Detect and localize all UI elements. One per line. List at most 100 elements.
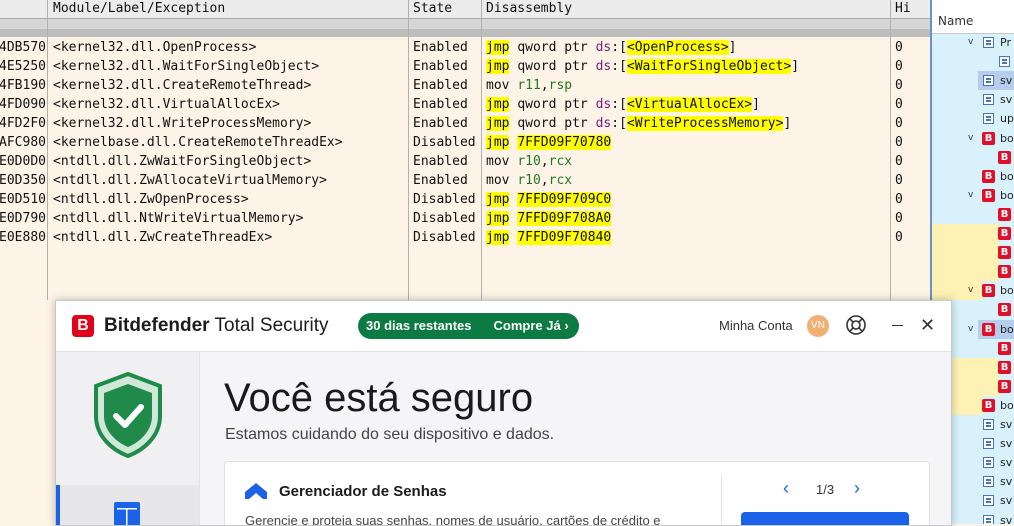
product-name: Bitdefender Total Security [104, 315, 329, 337]
column-header-name[interactable]: Name [938, 14, 973, 28]
disassembly-cell: jmp qword ptr ds:[<OpenProcess>] [486, 38, 736, 57]
bitdefender-item-icon: B [982, 188, 995, 202]
table-row[interactable]: E0D790 <ntdll.dll.NtWriteVirtualMemory> Di… [0, 209, 930, 228]
tree-item[interactable]: up [932, 109, 1014, 128]
lifebuoy-icon[interactable] [845, 314, 867, 336]
row-highlight [932, 224, 999, 243]
hit-count-cell: 0 [895, 154, 903, 169]
tree-item[interactable]: v Bbo [932, 129, 1014, 148]
bitdefender-item-icon: B [998, 379, 1011, 393]
address-value: E0D790 [0, 211, 46, 226]
bitdefender-item-icon: B [998, 246, 1011, 260]
tree-item-label: bo [1000, 322, 1014, 336]
tree-item-label: bo [1000, 169, 1014, 183]
table-row[interactable]: 4DB570 <kernel32.dll.OpenProcess> Enabled j… [0, 38, 930, 57]
table-row[interactable]: 4FB190 <kernel32.dll.CreateRemoteThread> E… [0, 76, 930, 95]
opcode: jmp [486, 135, 510, 150]
hit-count-cell: 0 [895, 116, 903, 131]
table-row[interactable]: 4E5250 <kernel32.dll.WaitForSingleObject>… [0, 57, 930, 76]
row-highlight [932, 262, 999, 282]
tree-item[interactable]: B [932, 243, 1014, 263]
card-title: Gerenciador de Senhas [279, 483, 447, 500]
state-cell: Enabled [413, 173, 468, 188]
jump-target: <OpenProcess> [626, 40, 729, 55]
trial-banner[interactable]: 30 dias restantes Compre Já › [358, 313, 579, 339]
window-item-icon [983, 514, 994, 524]
chevron-down-icon[interactable]: v [968, 186, 973, 205]
column-header-label[interactable]: Module/Label/Exception [53, 1, 225, 16]
state-cell: Disabled [413, 192, 476, 207]
window-item-icon [983, 113, 994, 125]
chevron-left-icon[interactable]: ‹ [783, 478, 789, 499]
segment-register: ds [595, 97, 612, 112]
title-bar: B Bitdefender Total Security 30 dias res… [56, 301, 951, 352]
operand-bracket-close: ] [752, 97, 760, 112]
avatar[interactable]: VN [807, 315, 829, 337]
status-headline: Você está seguro [224, 376, 534, 420]
tree-item[interactable]: B [932, 262, 1014, 282]
jump-target: 7FFD09F709C0 [517, 192, 612, 207]
tree-item[interactable]: B [932, 205, 1014, 224]
buy-now-button[interactable]: Compre Já › [480, 318, 579, 333]
bitdefender-item-icon: B [998, 265, 1011, 279]
table-row[interactable]: E0D0D0 <ntdll.dll.ZwWaitForSingleObject> E… [0, 152, 930, 171]
window-item-icon [983, 419, 994, 430]
hit-count-cell: 0 [895, 230, 903, 245]
tree-item[interactable]: B [932, 148, 1014, 167]
label-cell: <ntdll.dll.NtWriteVirtualMemory> [53, 211, 304, 226]
table-row[interactable]: E0D350 <ntdll.dll.ZwAllocateVirtualMemory… [0, 171, 930, 190]
window-item-icon [983, 476, 994, 488]
tree-item[interactable]: B [932, 224, 1014, 243]
chevron-right-icon[interactable]: › [854, 478, 860, 499]
operand-size: qword ptr [517, 116, 596, 131]
address-cell: E0D0D0 [0, 152, 46, 171]
window-item-icon [983, 94, 994, 106]
bitdefender-item-icon: B [998, 150, 1011, 164]
segment-register: ds [595, 116, 612, 131]
tree-item[interactable]: sv [932, 71, 1014, 91]
table-row[interactable]: E0D510 <ntdll.dll.ZwOpenProcess> Disabled j… [0, 190, 930, 209]
password-manager-icon [245, 483, 267, 499]
minimize-icon[interactable] [892, 325, 903, 326]
address-value: E0E880 [0, 230, 46, 245]
chevron-down-icon[interactable]: v [968, 33, 973, 52]
table-row[interactable]: AFC980 <kernelbase.dll.CreateRemoteThread… [0, 133, 930, 152]
segment-register: ds [595, 59, 612, 74]
window-item-icon [983, 438, 994, 450]
chevron-down-icon[interactable]: v [968, 320, 973, 339]
window-item-icon [983, 37, 994, 48]
column-header-state[interactable]: State [413, 1, 452, 16]
chevron-down-icon[interactable]: v [968, 129, 973, 148]
tree-item[interactable]: v Bbo [932, 186, 1014, 205]
close-icon[interactable]: ✕ [920, 315, 935, 335]
state-cell: Disabled [413, 230, 476, 245]
chevron-down-icon[interactable]: v [968, 281, 973, 300]
card-description: Gerencie e proteja suas senhas, nomes de… [245, 513, 661, 526]
column-header-disassembly[interactable]: Disassembly [486, 1, 572, 16]
operand-separator: , [540, 78, 549, 93]
address-cell: 4DB570 [0, 38, 46, 57]
tree-item[interactable]: sv [932, 90, 1014, 109]
hit-count-cell: 0 [895, 97, 903, 112]
my-account-link[interactable]: Minha Conta [719, 318, 793, 333]
state-cell: Enabled [413, 97, 468, 112]
source-register: rcx [548, 173, 573, 188]
hit-count-cell: 0 [895, 211, 903, 226]
window-item-icon [983, 495, 994, 507]
table-header: Module/Label/Exception State Disassembly… [0, 0, 930, 19]
tree-item-label: sv [1000, 437, 1013, 451]
table-row[interactable]: 4FD090 <kernel32.dll.VirtualAllocEx> Enabl… [0, 95, 930, 114]
tree-item-label: sv [1000, 456, 1013, 470]
address-cell: 4E5250 [0, 57, 46, 76]
column-header-hits[interactable]: Hi [895, 1, 911, 16]
tree-item[interactable] [932, 52, 1014, 71]
table-row[interactable]: E0E880 <ntdll.dll.ZwCreateThreadEx> Disabl… [0, 228, 930, 247]
tree-item[interactable]: Bbo [932, 167, 1014, 186]
table-row[interactable]: 4FD2F0 <kernel32.dll.WriteProcessMemory> E… [0, 114, 930, 133]
shield-check-icon [94, 372, 162, 458]
state-cell: Disabled [413, 135, 476, 150]
group-row [0, 19, 930, 29]
tree-item-label: sv [1000, 513, 1013, 525]
tree-item[interactable]: v Bbo [932, 281, 1014, 301]
tree-item[interactable]: v Pr [932, 33, 1014, 52]
